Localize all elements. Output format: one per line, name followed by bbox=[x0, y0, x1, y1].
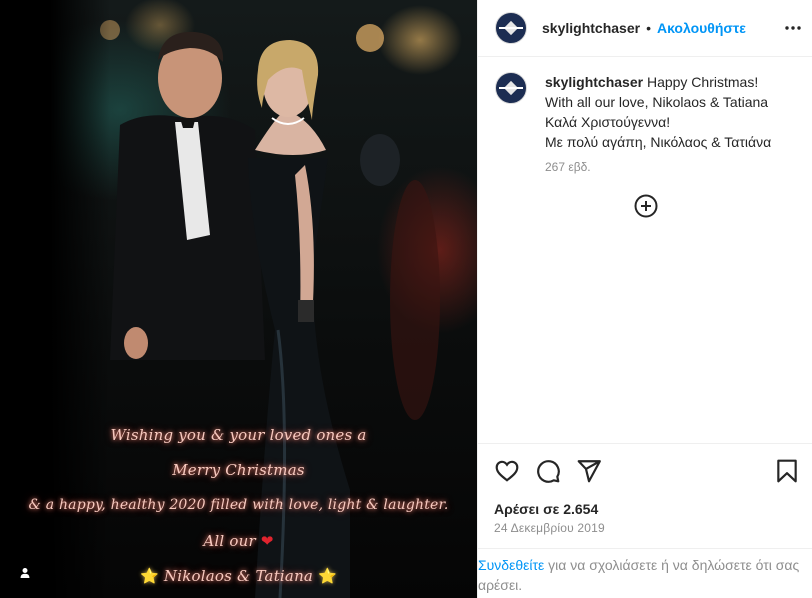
heart-emoji-icon: ❤ bbox=[260, 532, 274, 550]
action-icons-row bbox=[494, 458, 799, 484]
bookmark-icon[interactable] bbox=[774, 458, 800, 484]
star-emoji-icon: ⭐ bbox=[140, 567, 159, 585]
load-more-comments-icon[interactable] bbox=[634, 194, 658, 218]
caption-line: Happy Christmas! bbox=[646, 74, 759, 90]
follow-button[interactable]: Ακολουθήστε bbox=[657, 20, 746, 36]
post-date: 24 Δεκεμβρίου 2019 bbox=[494, 521, 605, 535]
greeting-signature: Nikolaos & Tatiana bbox=[163, 567, 314, 585]
caption-text: skylightchaser Happy Christmas! With all… bbox=[545, 72, 771, 152]
header-username[interactable]: skylightchaser bbox=[542, 20, 640, 36]
likes-count[interactable]: Αρέσει σε 2.654 bbox=[494, 501, 598, 517]
tagged-users-button[interactable] bbox=[13, 561, 37, 585]
caption-username[interactable]: skylightchaser bbox=[545, 74, 643, 90]
login-link[interactable]: Συνδεθείτε bbox=[478, 557, 544, 573]
greeting-line-5: ⭐ Nikolaos & Tatiana ⭐ bbox=[0, 567, 477, 585]
avatar[interactable] bbox=[495, 72, 527, 104]
greeting-line-1: Wishing you & your loved ones a bbox=[110, 426, 367, 444]
person-icon bbox=[20, 568, 30, 578]
comment-icon[interactable] bbox=[535, 458, 561, 484]
login-prompt: Συνδεθείτε για να σχολιάσετε ή να δηλώσε… bbox=[478, 548, 812, 598]
caption-body: skylightchaser Happy Christmas! With all… bbox=[545, 72, 771, 174]
avatar[interactable] bbox=[495, 12, 527, 44]
post-header: skylightchaser • Ακολουθήστε bbox=[478, 0, 812, 57]
greeting-line-3: & a happy, healthy 2020 filled with love… bbox=[28, 497, 449, 513]
post-time-ago[interactable]: 267 εβδ. bbox=[545, 160, 771, 174]
caption-line: With all our love, Nikolaos & Tatiana bbox=[545, 94, 769, 110]
greeting-all-our: All our bbox=[203, 532, 256, 550]
more-horizontal-icon[interactable] bbox=[783, 18, 803, 38]
separator-dot: • bbox=[646, 20, 651, 36]
post-actions: Αρέσει σε 2.654 24 Δεκεμβρίου 2019 bbox=[478, 443, 812, 553]
post-sidebar: skylightchaser • Ακολουθήστε skylightcha… bbox=[477, 0, 812, 598]
greeting-line-2: Merry Christmas bbox=[172, 461, 305, 479]
caption-line: Με πολύ αγάπη, Νικόλαος & Τατιάνα bbox=[545, 134, 772, 150]
heart-icon[interactable] bbox=[494, 458, 520, 484]
caption-line: Καλά Χριστούγεννα! bbox=[545, 114, 671, 130]
post-caption: skylightchaser Happy Christmas! With all… bbox=[495, 72, 805, 174]
post-media[interactable]: Wishing you & your loved ones a Merry Ch… bbox=[0, 0, 477, 598]
star-emoji-icon: ⭐ bbox=[318, 567, 337, 585]
share-icon[interactable] bbox=[576, 458, 602, 484]
greeting-line-4: All our ❤ bbox=[0, 532, 477, 550]
